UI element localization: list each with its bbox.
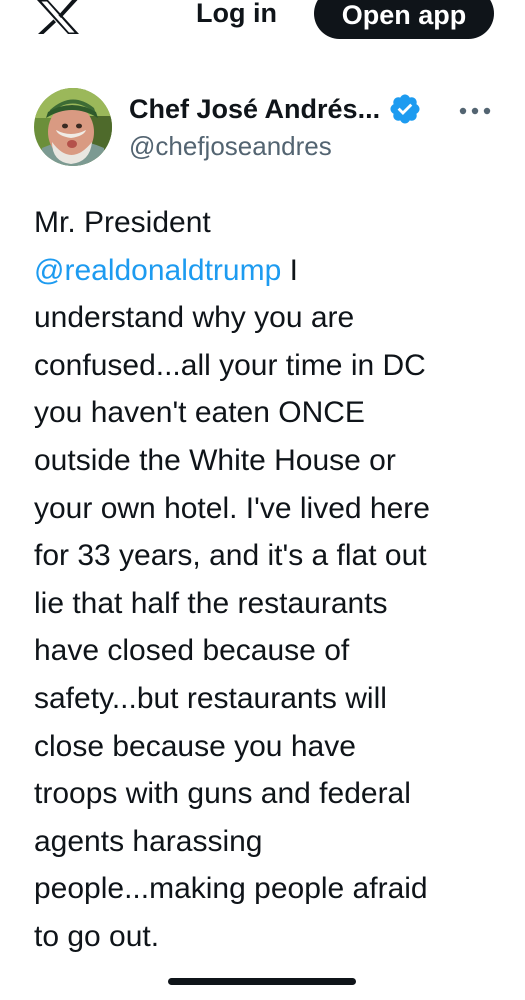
tweet-line: have closed because of [34,634,350,668]
tweet-line: @realdonaldtrump I [34,247,504,295]
author-name-row[interactable]: Chef José Andrés... [129,92,422,126]
x-logo-icon[interactable] [34,0,82,34]
top-bar: Log in Open app [0,0,525,40]
login-link[interactable]: Log in [196,0,277,29]
tweet-line: your own hotel. I've lived here [34,491,430,525]
home-indicator[interactable] [168,978,356,985]
tweet-line-text: I [281,253,298,287]
tweet-text: Mr. President @realdonaldtrump I underst… [34,199,504,961]
tweet-line: for 33 years, and it's a flat out [34,539,427,573]
author-handle[interactable]: @chefjoseandres [129,131,332,162]
tweet-line: understand why you are [34,301,355,335]
verified-badge-icon [390,94,420,124]
tweet-line: people...making people afraid [34,872,428,906]
author-name[interactable]: Chef José Andrés... [129,94,380,125]
tweet-line: lie that half the restaurants [34,586,388,620]
more-options-icon[interactable] [458,106,492,116]
tweet-line: outside the White House or [34,443,396,477]
tweet-line: agents harassing [34,824,263,858]
tweet-line: to go out. [34,919,160,953]
tweet-line: troops with guns and federal [34,777,411,811]
tweet-line: Mr. President [34,206,211,239]
mention-link[interactable]: @realdonaldtrump [34,254,281,287]
tweet-line: confused...all your time in DC [34,348,426,382]
tweet-line: close because you have [34,729,356,763]
tweet-line: you haven't eaten ONCE [34,396,365,430]
avatar[interactable] [34,88,112,166]
open-app-button[interactable]: Open app [314,0,494,39]
tweet-line: safety...but restaurants will [34,681,387,715]
avatar-image [34,88,112,166]
